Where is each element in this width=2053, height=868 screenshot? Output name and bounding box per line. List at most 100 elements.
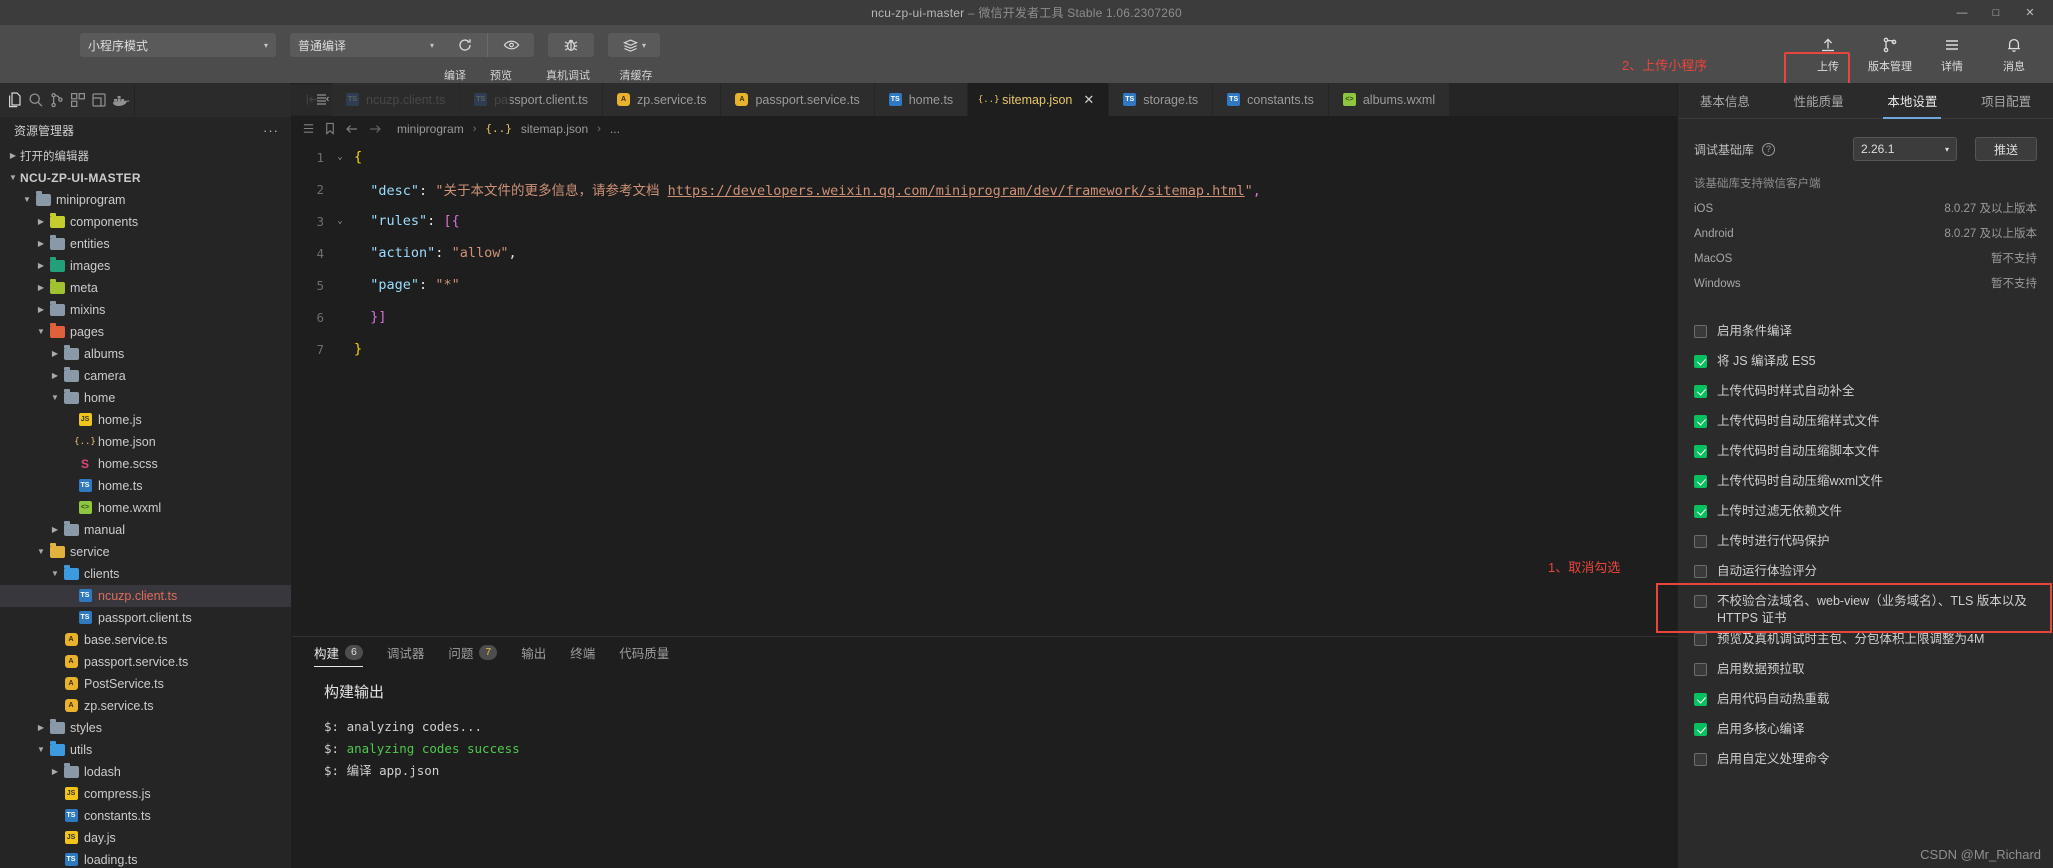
editor-tab[interactable]: Apassport.service.ts — [721, 83, 875, 116]
outline-icon[interactable] — [302, 122, 315, 135]
tree-folder-row[interactable]: ▶ manual — [0, 519, 291, 541]
tree-folder-row[interactable]: ▼ utils — [0, 739, 291, 761]
code-editor[interactable]: 1 ⌄ {2 "desc": "关于本文件的更多信息，请参考文档 https://d… — [292, 141, 1677, 636]
tree-folder-row[interactable]: ▶ camera — [0, 365, 291, 387]
breadcrumb-file[interactable]: sitemap.json — [521, 122, 588, 136]
tree-file-row[interactable]: ·TS constants.ts — [0, 805, 291, 827]
tree-file-row[interactable]: ·JS compress.js — [0, 783, 291, 805]
code-token[interactable]: https://developers.weixin.qq.com/minipro… — [668, 183, 1245, 199]
fold-toggle-icon[interactable]: ⌄ — [332, 216, 348, 226]
push-button[interactable]: 推送 — [1975, 137, 2037, 161]
tree-file-row[interactable]: ·Apassport.service.ts — [0, 651, 291, 673]
tree-file-row[interactable]: ·TS passport.client.ts — [0, 607, 291, 629]
chevron-right-icon[interactable]: ▶ — [34, 305, 48, 314]
tree-folder-row[interactable]: ▼ clients — [0, 563, 291, 585]
tree-file-row[interactable]: ·A PostService.ts — [0, 673, 291, 695]
compile-mode-select[interactable]: 普通编译 ▾ — [290, 33, 442, 57]
tree-folder-row[interactable]: ▶ images — [0, 255, 291, 277]
setting-checkbox-row[interactable]: 预览及真机调试时主包、分包体积上限调整为4M — [1694, 629, 2037, 659]
chevron-down-icon[interactable]: ▼ — [34, 745, 48, 754]
tree-folder-row[interactable]: ▶ albums — [0, 343, 291, 365]
setting-checkbox-row[interactable]: 上传代码时自动压缩脚本文件 — [1694, 441, 2037, 471]
tree-folder-row[interactable]: ▼ home — [0, 387, 291, 409]
setting-checkbox-row[interactable]: 将 JS 编译成 ES5 — [1694, 351, 2037, 381]
chevron-right-icon[interactable]: ▶ — [34, 217, 48, 226]
forward-icon[interactable] — [368, 123, 382, 135]
right-panel-tab[interactable]: 性能质量 — [1790, 83, 1848, 119]
tree-folder-row[interactable]: ▶ lodash — [0, 761, 291, 783]
chevron-right-icon[interactable]: ▶ — [34, 723, 48, 732]
extensions-icon[interactable] — [69, 85, 87, 115]
breadcrumb-folder[interactable]: miniprogram — [397, 122, 464, 136]
compile-button[interactable] — [442, 33, 488, 57]
setting-checkbox-row[interactable]: 启用自定义处理命令 — [1694, 749, 2037, 779]
upload-button[interactable]: 上传 — [1797, 31, 1859, 74]
setting-checkbox-row[interactable]: 不校验合法域名、web-view（业务域名）、TLS 版本以及 HTTPS 证书 — [1694, 591, 2037, 629]
checkbox-checked-icon[interactable] — [1694, 723, 1707, 736]
open-editors-row[interactable]: ▶ 打开的编辑器 — [0, 145, 291, 167]
panel-tab[interactable]: 输出 — [521, 637, 546, 667]
mode-select[interactable]: 小程序模式 ▾ — [80, 33, 276, 57]
checkbox-checked-icon[interactable] — [1694, 415, 1707, 428]
setting-checkbox-row[interactable]: 上传时进行代码保护 — [1694, 531, 2037, 561]
docker-icon[interactable] — [111, 85, 131, 115]
checkbox-checked-icon[interactable] — [1694, 475, 1707, 488]
project-root-row[interactable]: ▼ NCU-ZP-UI-MASTER — [0, 167, 291, 189]
panel-tab[interactable]: 构建 6 — [314, 637, 363, 667]
editor-tab[interactable]: {..} sitemap.json ✕ — [968, 83, 1110, 116]
checkbox-unchecked-icon[interactable] — [1694, 535, 1707, 548]
checkbox-checked-icon[interactable] — [1694, 355, 1707, 368]
search-icon[interactable] — [27, 85, 45, 115]
tree-file-row[interactable]: ·<> home.wxml — [0, 497, 291, 519]
editor-tab[interactable]: Azp.service.ts — [603, 83, 722, 116]
chevron-right-icon[interactable]: ▶ — [48, 371, 62, 380]
right-panel-tab[interactable]: 项目配置 — [1977, 83, 2035, 119]
source-control-icon[interactable] — [48, 85, 66, 115]
setting-checkbox-row[interactable]: 上传代码时自动压缩wxml文件 — [1694, 471, 2037, 501]
tree-folder-row[interactable]: ▼ service — [0, 541, 291, 563]
checkbox-checked-icon[interactable] — [1694, 445, 1707, 458]
base-library-version-select[interactable]: 2.26.1 ▾ — [1853, 137, 1957, 161]
tree-folder-row[interactable]: ▶ entities — [0, 233, 291, 255]
details-button[interactable]: 详情 — [1921, 31, 1983, 74]
messages-button[interactable]: 消息 — [1983, 31, 2045, 74]
chevron-down-icon[interactable]: ▼ — [20, 195, 34, 204]
setting-checkbox-row[interactable]: 启用代码自动热重载 — [1694, 689, 2037, 719]
help-icon[interactable]: ? — [1762, 142, 1776, 156]
chevron-right-icon[interactable]: ▶ — [34, 283, 48, 292]
files-icon[interactable] — [6, 85, 24, 115]
right-panel-tab[interactable]: 基本信息 — [1696, 83, 1754, 119]
preview-button[interactable] — [488, 33, 534, 57]
panel-tab[interactable]: 调试器 — [387, 637, 425, 667]
setting-checkbox-row[interactable]: 启用条件编译 — [1694, 321, 2037, 351]
minimize-button[interactable]: — — [1945, 0, 1979, 25]
bookmark-icon[interactable] — [324, 122, 336, 135]
version-manage-button[interactable]: 版本管理 — [1859, 31, 1921, 74]
panel-tab[interactable]: 问题 7 — [448, 637, 498, 667]
checkbox-checked-icon[interactable] — [1694, 505, 1707, 518]
tree-file-row[interactable]: ·{..}home.json — [0, 431, 291, 453]
tree-folder-row[interactable]: ▶ mixins — [0, 299, 291, 321]
checkbox-unchecked-icon[interactable] — [1694, 565, 1707, 578]
tree-file-row[interactable]: ·JS home.js — [0, 409, 291, 431]
setting-checkbox-row[interactable]: 上传代码时自动压缩样式文件 — [1694, 411, 2037, 441]
chevron-right-icon[interactable]: ▶ — [48, 767, 62, 776]
tree-file-row[interactable]: ·Abase.service.ts — [0, 629, 291, 651]
close-button[interactable]: ✕ — [2013, 0, 2047, 25]
chevron-right-icon[interactable]: ▶ — [34, 261, 48, 270]
chevron-right-icon[interactable]: ▶ — [34, 239, 48, 248]
panel-tab[interactable]: 终端 — [570, 637, 595, 667]
clear-cache-button[interactable]: ▾ — [608, 33, 660, 57]
fold-toggle-icon[interactable]: ⌄ — [332, 152, 348, 162]
tree-folder-row[interactable]: ▶ styles — [0, 717, 291, 739]
checkbox-unchecked-icon[interactable] — [1694, 595, 1707, 608]
checkbox-unchecked-icon[interactable] — [1694, 663, 1707, 676]
chevron-right-icon[interactable]: ▶ — [48, 525, 62, 534]
setting-checkbox-row[interactable]: 上传时过滤无依赖文件 — [1694, 501, 2037, 531]
setting-checkbox-row[interactable]: 上传代码时样式自动补全 — [1694, 381, 2037, 411]
editor-tab[interactable]: TS constants.ts — [1213, 83, 1329, 116]
right-panel-tab[interactable]: 本地设置 — [1883, 83, 1941, 119]
breadcrumb-tail[interactable]: ... — [610, 122, 620, 136]
setting-checkbox-row[interactable]: 自动运行体验评分 — [1694, 561, 2037, 591]
back-icon[interactable] — [345, 123, 359, 135]
